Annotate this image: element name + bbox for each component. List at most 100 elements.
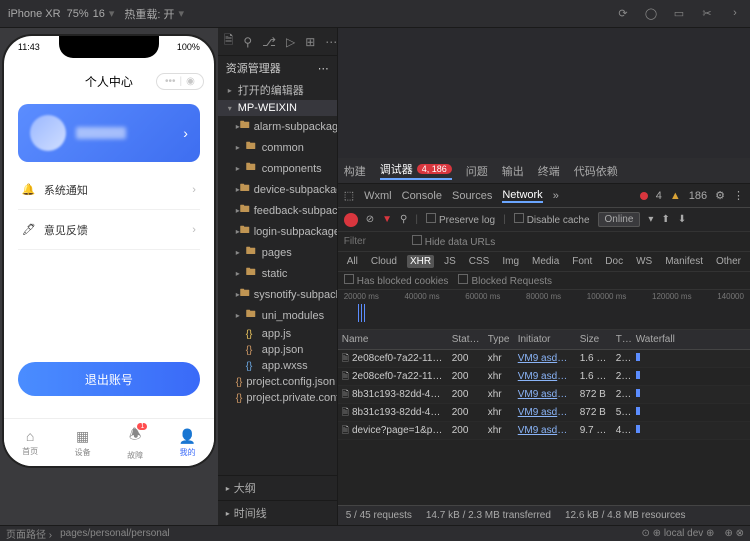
upload-icon[interactable]: ⬆ [661, 214, 669, 225]
files-icon[interactable]: 🗎 [224, 31, 234, 52]
inspect-icon[interactable]: ⬚ [344, 189, 354, 202]
preserve-log[interactable]: Preserve log [426, 213, 495, 226]
disable-cache[interactable]: Disable cache [514, 213, 590, 226]
folder-item[interactable]: ▸🖿common [218, 137, 337, 158]
folder-item[interactable]: ▸🖿pages [218, 242, 337, 263]
more-icon[interactable]: ⋮ [733, 189, 744, 202]
tab-problems[interactable]: 问题 [466, 163, 488, 179]
file-item[interactable]: {}app.js [218, 326, 337, 342]
tab-debugger[interactable]: 调试器4, 186 [380, 161, 452, 180]
search-icon[interactable]: ⚲ [243, 35, 252, 49]
tab-console[interactable]: Console [402, 190, 442, 202]
branch-icon[interactable]: ⎇ [262, 35, 276, 49]
type-filter[interactable]: Cloud [368, 255, 400, 268]
type-filter[interactable]: Media [529, 255, 562, 268]
hide-data-urls[interactable]: Hide data URLs [412, 235, 496, 248]
hot-reload-status[interactable]: 热重载: 开 [124, 6, 174, 22]
download-icon[interactable]: ⬇ [678, 214, 686, 225]
type-filter[interactable]: Img [499, 255, 522, 268]
type-filter[interactable]: CSS [466, 255, 493, 268]
filter-icon[interactable]: ▼ [382, 214, 392, 225]
file-icon: 🗎 [342, 371, 349, 381]
project-root[interactable]: ▾MP-WEIXIN [218, 100, 337, 116]
tab-me[interactable]: 👤我的 [161, 419, 214, 466]
tab-network[interactable]: Network [502, 189, 542, 203]
table-row[interactable]: 🗎2e08cef0-7a22-11ee-a7dd-…200xhrVM9 asde… [338, 350, 750, 368]
debug-icon[interactable]: ▷ [286, 35, 295, 49]
type-filter[interactable]: WS [633, 255, 655, 268]
page-path[interactable]: pages/personal/personal [60, 528, 170, 539]
waterfall-bar [636, 371, 640, 379]
chevron-down-icon[interactable]: ▾ [179, 7, 185, 20]
footer-status[interactable]: ⊙ ⊕ local dev ⊕ [642, 528, 715, 539]
folder-item[interactable]: ▸🖿device-subpackage [218, 179, 337, 200]
tab-build[interactable]: 构建 [344, 163, 366, 179]
clear-icon[interactable]: ⊘ [366, 214, 374, 225]
more-icon[interactable]: ⋯ [318, 62, 329, 75]
network-timeline[interactable]: 20000 ms40000 ms60000 ms80000 ms100000 m… [338, 290, 750, 330]
tab-sources[interactable]: Sources [452, 190, 492, 202]
folder-item[interactable]: ▸🖿uni_modules [218, 305, 337, 326]
record-button[interactable] [344, 213, 358, 227]
open-editors[interactable]: ▸打开的编辑器 [218, 80, 337, 100]
close-icon[interactable]: ◉ [186, 76, 195, 87]
outline-section[interactable]: ▸大纲 [218, 475, 337, 500]
folder-item[interactable]: ▸🖿components [218, 158, 337, 179]
menu-item-feedback[interactable]: 🖊 意见反馈 › [18, 210, 200, 250]
filter-input[interactable] [344, 236, 404, 247]
table-row[interactable]: 🗎device?page=1&pageSize=…200xhrVM9 asdeb… [338, 422, 750, 440]
device-icon[interactable]: ▭ [672, 7, 686, 20]
type-filter[interactable]: Manifest [662, 255, 706, 268]
tab-output[interactable]: 输出 [502, 163, 524, 179]
user-card[interactable]: › [18, 104, 200, 162]
gear-icon[interactable]: ⚙ [715, 189, 725, 202]
folder-item[interactable]: ▸🖿login-subpackage [218, 221, 337, 242]
circle-icon[interactable]: ◯ [644, 7, 658, 20]
file-item[interactable]: {}app.wxss [218, 358, 337, 374]
folder-item[interactable]: ▸🖿feedback-subpackage [218, 200, 337, 221]
folder-item[interactable]: ▸🖿alarm-subpackage [218, 116, 337, 137]
capsule-button[interactable]: •••|◉ [156, 73, 204, 90]
more-icon[interactable]: ⋯ [325, 35, 337, 49]
chevron-down-icon[interactable]: ▾ [109, 7, 115, 20]
file-item[interactable]: {}project.config.json [218, 374, 337, 390]
network-status-bar: 5 / 45 requests 14.7 kB / 2.3 MB transfe… [338, 505, 750, 525]
type-filter[interactable]: Font [569, 255, 595, 268]
device-name[interactable]: iPhone XR [8, 8, 61, 20]
cut-icon[interactable]: ✂ [700, 7, 714, 20]
file-item[interactable]: {}project.private.config.js… [218, 390, 337, 406]
folder-item[interactable]: ▸🖿static [218, 263, 337, 284]
table-row[interactable]: 🗎8b31c193-82dd-4aa7-a517…200xhrVM9 asdeb… [338, 386, 750, 404]
ext-icon[interactable]: ⊞ [305, 35, 315, 49]
refresh-icon[interactable]: ⟳ [616, 7, 630, 20]
type-filter[interactable]: All [344, 255, 361, 268]
phone-header: 个人中心 •••|◉ [4, 66, 214, 96]
throttle-select[interactable]: Online [598, 212, 641, 227]
chevron-down-icon[interactable]: ▾ [648, 214, 653, 225]
zoom-level[interactable]: 75% [67, 8, 89, 20]
timeline-section[interactable]: ▸时间线 [218, 500, 337, 525]
tab-wxml[interactable]: Wxml [364, 190, 392, 202]
type-filter[interactable]: Other [713, 255, 744, 268]
type-filter[interactable]: JS [441, 255, 459, 268]
type-filter[interactable]: Doc [602, 255, 626, 268]
more-icon[interactable]: ••• [165, 76, 176, 87]
folder-item[interactable]: ▸🖿sysnotify-subpackage [218, 284, 337, 305]
tab-alarm[interactable]: 1🕭故障 [109, 419, 162, 466]
blocked-cookies[interactable]: Has blocked cookies [344, 274, 449, 287]
file-item[interactable]: {}app.json [218, 342, 337, 358]
tab-terminal[interactable]: 终端 [538, 163, 560, 179]
more-icon[interactable]: › [728, 7, 742, 20]
menu-item-notify[interactable]: 🔔 系统通知 › [18, 170, 200, 210]
tab-device[interactable]: ▦设备 [56, 419, 109, 466]
blocked-requests[interactable]: Blocked Requests [458, 274, 552, 287]
tab-deps[interactable]: 代码依赖 [574, 163, 618, 179]
type-filter[interactable]: XHR [407, 255, 434, 268]
search-icon[interactable]: ⚲ [400, 214, 407, 225]
logout-button[interactable]: 退出账号 [18, 362, 200, 396]
tab-home[interactable]: ⌂首页 [4, 419, 57, 466]
table-row[interactable]: 🗎2e08cef0-7a22-11ee-a7dd-…200xhrVM9 asde… [338, 368, 750, 386]
footer-icons[interactable]: ⊕ ⊗ [724, 528, 744, 539]
expand-icon[interactable]: » [553, 190, 559, 202]
table-row[interactable]: 🗎8b31c193-82dd-4aa7-a517…200xhrVM9 asdeb… [338, 404, 750, 422]
